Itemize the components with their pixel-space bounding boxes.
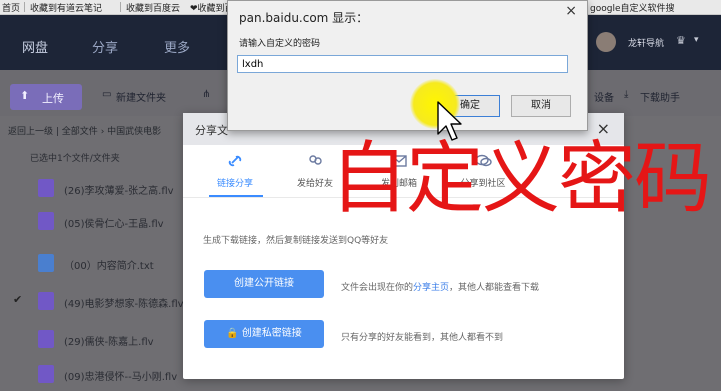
breadcrumb-all[interactable]: 全部文件 [62, 127, 98, 137]
file-row[interactable]: (09)忠港侵怀--马小刚.flv [0, 361, 200, 391]
overlay-caption: 自定义密码 [330, 134, 712, 224]
bookmark-item[interactable]: 收藏到有道云笔记 [30, 1, 102, 14]
nav-more[interactable]: 更多 [164, 37, 190, 56]
file-name[interactable]: (09)忠港侵怀--马小刚.flv [64, 368, 177, 383]
upload-icon: ⬆ [20, 89, 30, 102]
friends-icon [309, 155, 322, 165]
link-icon [228, 155, 242, 167]
selection-status: 已选中1个文件/文件夹 [30, 154, 120, 164]
avatar[interactable] [596, 32, 616, 52]
file-row[interactable]: (05)侯骨仁心-王晶.flv [0, 208, 200, 238]
file-row[interactable]: （00）内容简介.txt [0, 250, 200, 280]
bookmark-item[interactable]: 收藏到百度云 [126, 1, 180, 14]
prompt-title: pan.baidu.com 显示： [239, 11, 369, 25]
prompt-message: 请输入自定义的密码 [239, 39, 321, 49]
nav-disk[interactable]: 网盘 [22, 37, 48, 56]
video-icon [38, 179, 54, 197]
video-icon [38, 212, 54, 230]
cancel-button[interactable]: 取消 [511, 95, 571, 117]
breadcrumb-current: 中国武侠电影 [107, 127, 162, 137]
lock-icon: 🔒 [226, 328, 239, 339]
file-name[interactable]: (29)儒侠-陈嘉上.flv [64, 333, 154, 348]
video-icon [38, 330, 54, 348]
file-name[interactable]: (26)李攻薄爱-张之高.flv [64, 182, 174, 197]
file-row[interactable]: (29)儒侠-陈嘉上.flv [0, 326, 200, 356]
download-icon: ⤓ [624, 89, 629, 100]
share-icon: ⋔ [202, 89, 211, 100]
password-prompt-dialog: pan.baidu.com 显示： × 请输入自定义的密码 确定 取消 [227, 0, 588, 131]
video-icon [38, 365, 54, 383]
file-name[interactable]: (05)侯骨仁心-王晶.flv [64, 215, 164, 230]
share-homepage-link[interactable]: 分享主页 [413, 283, 449, 293]
chevron-down-icon[interactable]: ▾ [694, 35, 699, 45]
device-button[interactable]: 设备 [594, 89, 614, 104]
crown-icon: ♛ [676, 34, 686, 47]
password-input[interactable] [237, 55, 568, 73]
video-icon [38, 292, 54, 310]
new-folder-button[interactable]: 新建文件夹 [116, 89, 166, 104]
file-row[interactable]: ✔ (49)电影梦想家-陈德森.flv [0, 288, 200, 318]
file-name[interactable]: (49)电影梦想家-陈德森.flv [64, 295, 184, 310]
text-file-icon [38, 254, 54, 272]
bookmark-item[interactable]: google自定义软件搜 [590, 1, 674, 14]
create-private-link-button[interactable]: 🔒 创建私密链接 [204, 320, 324, 348]
tab-link-share[interactable]: 链接分享 [195, 149, 275, 190]
username[interactable]: 龙轩导航 [628, 36, 664, 49]
downloads-button[interactable]: 下载助手 [640, 89, 680, 104]
nav-share[interactable]: 分享 [92, 37, 118, 56]
file-name[interactable]: （00）内容简介.txt [64, 257, 154, 272]
close-icon[interactable]: × [565, 3, 577, 19]
new-folder-icon: ▭ [102, 89, 112, 100]
breadcrumb-back[interactable]: 返回上一级 [8, 127, 53, 137]
breadcrumb: 返回上一级 | 全部文件 › 中国武侠电影 [8, 127, 162, 137]
share-dialog-title: 分享文 [195, 124, 228, 137]
private-link-hint: 只有分享的好友能看到，其他人都看不到 [341, 333, 504, 343]
upload-button[interactable]: ⬆ 上传 [10, 84, 82, 110]
share-description: 生成下载链接，然后复制链接发送到QQ等好友 [203, 236, 389, 246]
public-link-hint: 文件会出现在你的分享主页，其他人都能查看下载 [341, 283, 540, 293]
active-tab-indicator [209, 195, 263, 197]
file-row[interactable]: (26)李攻薄爱-张之高.flv [0, 175, 200, 205]
create-public-link-button[interactable]: 创建公开链接 [204, 270, 324, 298]
bookmark-item[interactable]: 首页 [2, 1, 20, 14]
checkmark-icon[interactable]: ✔ [13, 293, 22, 306]
